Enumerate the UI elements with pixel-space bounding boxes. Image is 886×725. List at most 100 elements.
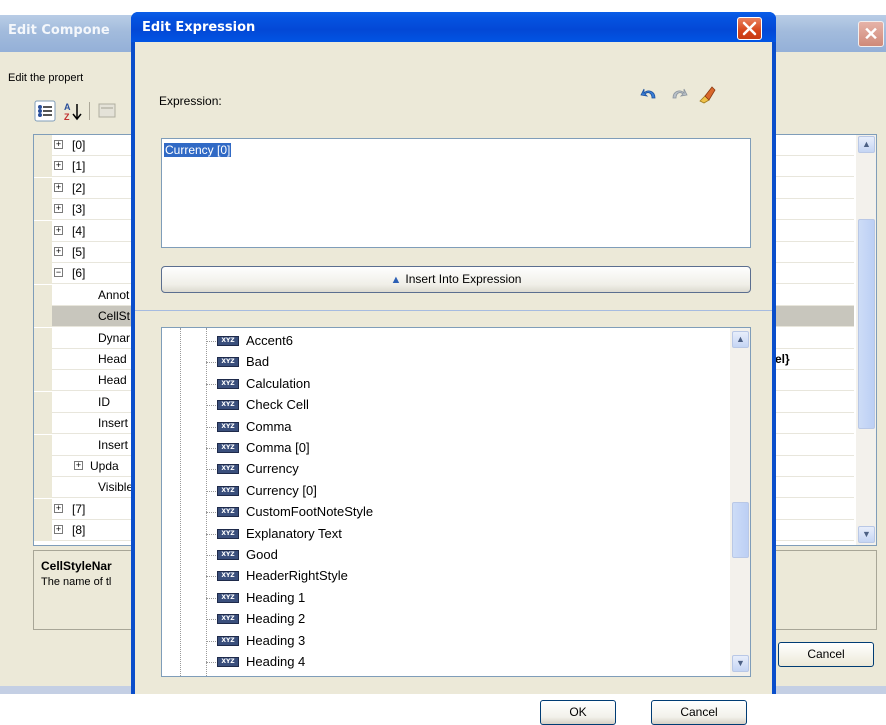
style-item-label: Heading 4 xyxy=(246,654,306,669)
expand-toggle-icon[interactable]: + xyxy=(54,161,63,171)
property-name: CellSt xyxy=(98,309,131,324)
row-gutter xyxy=(34,284,52,306)
style-item-label: Comma [0] xyxy=(246,440,310,455)
style-icon: XYZ xyxy=(217,443,239,453)
style-icon: XYZ xyxy=(217,464,239,475)
style-list-item[interactable]: XYZ Calculation xyxy=(206,374,726,395)
svg-text:A: A xyxy=(64,102,71,112)
style-list-item[interactable]: XYZ Currency [0] xyxy=(206,481,726,502)
tree-connector xyxy=(206,469,216,471)
property-name: Visible xyxy=(98,480,134,495)
categorized-icon xyxy=(34,100,56,122)
undo-button[interactable] xyxy=(639,84,659,104)
property-name: [2] xyxy=(72,180,86,195)
style-item-label: Accent6 xyxy=(246,333,293,348)
expand-toggle-icon[interactable]: + xyxy=(54,140,63,149)
expression-textarea[interactable]: Currency [0] xyxy=(161,138,751,248)
scroll-up-button[interactable]: ▲ xyxy=(858,136,875,153)
tree-connector xyxy=(206,426,216,428)
edit-component-cancel-button[interactable]: Cancel xyxy=(778,642,874,667)
property-name: [6] xyxy=(72,266,86,281)
close-icon xyxy=(742,21,757,36)
style-list-item[interactable]: XYZ Comma [0] xyxy=(206,438,726,459)
style-icon: XYZ xyxy=(217,421,239,432)
tree-connector xyxy=(206,448,216,449)
style-item-label: Currency [0] xyxy=(246,482,317,498)
tree-connector xyxy=(206,640,216,642)
row-gutter xyxy=(34,220,52,242)
style-icon: XYZ xyxy=(217,400,239,411)
expand-toggle-icon[interactable]: + xyxy=(54,503,63,513)
style-list-item[interactable]: XYZ Good xyxy=(206,545,726,566)
style-list-item[interactable]: XYZ Heading 4 xyxy=(206,652,726,673)
scroll-thumb[interactable] xyxy=(858,219,875,429)
style-list-item[interactable]: XYZ HeaderRightStyle xyxy=(206,566,726,587)
tree-connector xyxy=(206,533,216,535)
row-gutter xyxy=(34,135,52,156)
property-name: Head xyxy=(98,352,127,366)
style-list-item[interactable]: XYZ Explanatory Text xyxy=(206,524,726,545)
categorized-button[interactable] xyxy=(34,100,56,122)
expand-toggle-icon[interactable]: − xyxy=(54,268,63,278)
list-scroll-up-button[interactable]: ▲ xyxy=(732,331,749,348)
tree-line xyxy=(180,328,181,676)
row-gutter xyxy=(34,263,52,285)
cancel-button[interactable]: Cancel xyxy=(651,700,747,725)
property-pages-button[interactable] xyxy=(96,100,118,122)
list-scroll-down-button[interactable]: ▼ xyxy=(732,655,749,672)
style-list-item[interactable]: XYZ CustomFootNoteStyle xyxy=(206,502,726,523)
edit-component-close-button[interactable]: ✕ xyxy=(858,21,884,47)
property-pages-icon xyxy=(98,103,116,118)
expand-toggle-icon[interactable]: + xyxy=(74,461,83,470)
property-grid-scrollbar[interactable]: ▲ ▼ xyxy=(856,135,876,545)
tree-connector xyxy=(206,341,216,342)
style-list-scrollbar[interactable]: ▲ ▼ xyxy=(730,328,750,676)
style-icon: XYZ xyxy=(217,336,239,346)
expand-toggle-icon[interactable]: + xyxy=(54,204,63,214)
row-gutter xyxy=(34,199,52,221)
style-icon: XYZ xyxy=(217,378,239,389)
redo-button[interactable] xyxy=(669,84,689,104)
expand-toggle-icon[interactable]: + xyxy=(54,525,63,535)
alphabetical-button[interactable]: A Z xyxy=(62,100,84,122)
style-item-label: Heading 3 xyxy=(246,632,306,648)
edit-expression-body: Expression: Currency [0] ▲ Insert Into Ex… xyxy=(135,42,772,725)
property-name: [8] xyxy=(72,523,86,538)
eraser-icon xyxy=(699,86,716,104)
style-list-item[interactable]: XYZ Heading 3 xyxy=(206,631,726,652)
row-gutter xyxy=(34,391,52,413)
style-list-item[interactable]: XYZ Comma xyxy=(206,417,726,438)
clear-button[interactable] xyxy=(697,84,717,104)
style-icon: XYZ xyxy=(217,592,239,603)
ok-button[interactable]: OK xyxy=(540,700,616,725)
property-name: [1] xyxy=(72,159,86,174)
tree-connector xyxy=(206,383,216,385)
style-item-label: CustomFootNoteStyle xyxy=(246,504,374,520)
expand-toggle-icon[interactable]: + xyxy=(54,247,63,256)
style-list-item[interactable]: XYZ Check Cell xyxy=(206,395,726,416)
expand-toggle-icon[interactable]: + xyxy=(54,225,63,235)
close-button[interactable] xyxy=(737,17,762,40)
row-gutter xyxy=(34,349,52,370)
tree-connector xyxy=(206,512,216,514)
insert-into-expression-button[interactable]: ▲ Insert Into Expression xyxy=(161,266,751,293)
svg-text:Z: Z xyxy=(64,112,70,122)
sort-alphabetical-icon: A Z xyxy=(64,102,82,122)
tree-connector xyxy=(206,555,216,556)
style-list-item[interactable]: XYZ Currency xyxy=(206,459,726,480)
toolbar-separator xyxy=(89,102,90,120)
style-list-item[interactable]: XYZ Bad xyxy=(206,352,726,373)
list-scroll-thumb[interactable] xyxy=(732,502,749,558)
style-list-item[interactable]: XYZ Accent6 xyxy=(206,331,726,352)
edit-expression-dialog: Edit Expression Expression: Currency [0] xyxy=(131,12,776,725)
style-tree-list[interactable]: XYZ Accent6 XYZ Bad XYZ Calculation XYZ Check C… xyxy=(161,327,751,677)
style-icon: XYZ xyxy=(217,635,239,646)
tree-connector xyxy=(206,405,216,407)
property-value-text: el} xyxy=(775,352,790,366)
property-name: Annot xyxy=(98,287,130,302)
style-list-item[interactable]: XYZ Heading 1 xyxy=(206,588,726,609)
row-gutter xyxy=(34,242,52,263)
style-list-item[interactable]: XYZ Heading 2 xyxy=(206,609,726,630)
scroll-down-button[interactable]: ▼ xyxy=(858,526,875,543)
expand-toggle-icon[interactable]: + xyxy=(54,182,63,192)
